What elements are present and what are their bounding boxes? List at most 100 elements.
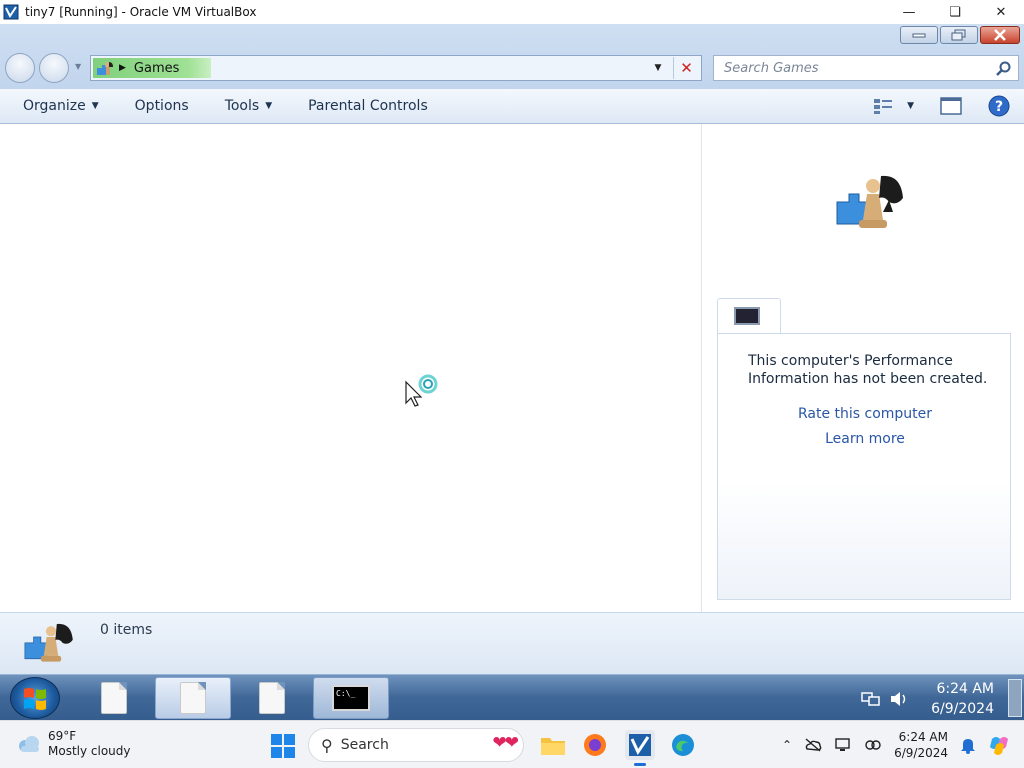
performance-panel: This computer's Performance Information … — [717, 333, 1011, 600]
monitor-icon — [734, 307, 760, 325]
document-icon — [259, 682, 285, 714]
restore-icon — [951, 29, 966, 41]
host-close-button[interactable]: ✕ — [978, 0, 1024, 24]
host-taskbar: 69°F Mostly cloudy ⚲ Search ❤❤ ⌃ 6:24 AM… — [0, 720, 1024, 768]
games-icon — [836, 175, 903, 228]
virtualbox-icon — [629, 734, 651, 756]
window-title: tiny7 [Running] - Oracle VM VirtualBox — [25, 5, 257, 19]
host-maximize-button[interactable]: ❏ — [932, 0, 978, 24]
start-button[interactable] — [10, 677, 60, 719]
show-desktop-button[interactable] — [1008, 679, 1022, 717]
virtualbox-app[interactable] — [625, 730, 655, 766]
taskbar-document-1[interactable] — [76, 677, 152, 719]
search-icon[interactable] — [996, 61, 1012, 77]
search-box[interactable]: Search Games — [713, 55, 1019, 81]
document-icon — [180, 682, 206, 714]
folder-icon — [541, 738, 565, 755]
host-date: 6/9/2024 — [894, 746, 948, 760]
taskbar-command-prompt[interactable]: C:\_ — [313, 677, 389, 719]
command-bar: Organize ▼ Options Tools ▼ Parental Cont… — [0, 88, 1024, 124]
preview-pane: This computer's Performance Information … — [703, 124, 1024, 612]
host-time: 6:24 AM — [898, 730, 948, 744]
performance-tab[interactable] — [717, 298, 781, 334]
host-system-tray: ⌃ 6:24 AM 6/9/2024 — [782, 729, 1012, 761]
vm-time: 6:24 AM — [936, 681, 994, 697]
back-button[interactable] — [5, 53, 35, 83]
vm-system-tray: 6:24 AM 6/9/2024 — [861, 679, 994, 719]
file-list-pane[interactable] — [0, 124, 702, 612]
busy-cursor-icon — [405, 374, 438, 407]
games-icon — [24, 623, 73, 662]
games-folder-icon — [97, 62, 113, 75]
weather-widget[interactable]: 69°F Mostly cloudy — [16, 729, 131, 759]
help-icon[interactable]: ? — [988, 95, 1010, 117]
svg-text:?: ? — [995, 99, 1003, 115]
vpn-icon[interactable] — [864, 737, 882, 753]
breadcrumb-games[interactable]: Games — [134, 61, 179, 76]
recent-pages-dropdown[interactable]: ▼ — [75, 62, 81, 71]
guest-minimize-button[interactable] — [900, 26, 938, 44]
red-x-icon[interactable]: ✕ — [673, 57, 699, 79]
explorer-chrome: ▼ ▶ Games ▼ ✕ Search Games Organize ▼ Op… — [0, 24, 1024, 124]
hearts-stethoscope-icon: ❤❤ — [492, 733, 519, 753]
item-count: 0 items — [100, 622, 153, 638]
rate-computer-link[interactable]: Rate this computer — [718, 406, 1012, 422]
tools-label: Tools — [224, 98, 260, 114]
network-icon[interactable] — [834, 737, 852, 753]
host-clock[interactable]: 6:24 AM 6/9/2024 — [894, 729, 948, 761]
cloud-icon — [19, 736, 39, 752]
parental-controls-label: Parental Controls — [308, 98, 428, 114]
vm-taskbar: C:\_ 6:24 AM 6/9/2024 — [0, 674, 1024, 720]
windows-start-icon[interactable] — [271, 734, 295, 758]
guest-restore-button[interactable] — [940, 26, 978, 44]
learn-more-link[interactable]: Learn more — [718, 431, 1012, 447]
performance-message: This computer's Performance Information … — [748, 353, 988, 387]
breadcrumb: ▶ Games — [93, 58, 211, 78]
parental-controls-button[interactable]: Parental Controls — [298, 98, 438, 114]
chevron-down-icon: ▼ — [91, 101, 99, 111]
screen: tiny7 [Running] - Oracle VM VirtualBox —… — [0, 0, 1024, 768]
copilot-icon[interactable] — [988, 733, 1012, 757]
edge-icon — [672, 734, 694, 756]
search-label: Search — [340, 737, 389, 753]
host-minimize-button[interactable]: — — [886, 0, 932, 24]
tools-menu[interactable]: Tools ▼ — [215, 98, 282, 114]
edge-app[interactable] — [668, 730, 698, 760]
network-icon[interactable] — [861, 690, 881, 708]
view-options-icon[interactable] — [873, 97, 895, 115]
taskbar-document-2[interactable] — [155, 677, 231, 719]
search-icon: ⚲ — [321, 735, 333, 755]
content-area: This computer's Performance Information … — [0, 124, 1024, 612]
vm-clock[interactable]: 6:24 AM 6/9/2024 — [931, 679, 994, 719]
firefox-app[interactable] — [580, 730, 610, 760]
document-icon — [101, 682, 127, 714]
bell-icon[interactable] — [960, 736, 976, 754]
organize-label: Organize — [23, 98, 86, 114]
forward-button[interactable] — [39, 53, 69, 83]
guest-close-button[interactable] — [980, 26, 1020, 44]
weather-temperature: 69°F — [48, 729, 77, 743]
view-dropdown-icon[interactable]: ▼ — [907, 101, 914, 111]
virtualbox-icon — [3, 4, 19, 20]
details-pane: 0 items — [0, 612, 1024, 674]
onedrive-icon[interactable] — [804, 737, 822, 753]
chevron-up-icon[interactable]: ⌃ — [782, 738, 792, 752]
taskbar-document-3[interactable] — [234, 677, 310, 719]
file-explorer-app[interactable] — [538, 730, 568, 760]
weather-description: Mostly cloudy — [48, 744, 131, 758]
close-icon — [994, 29, 1006, 41]
vm-date: 6/9/2024 — [931, 701, 994, 717]
taskbar-search[interactable]: ⚲ Search ❤❤ — [308, 728, 524, 762]
options-button[interactable]: Options — [125, 98, 199, 114]
chevron-down-icon[interactable]: ▼ — [649, 58, 667, 78]
organize-menu[interactable]: Organize ▼ — [13, 98, 109, 114]
minimize-icon — [912, 33, 926, 38]
firefox-icon — [584, 734, 606, 756]
preview-pane-icon[interactable] — [940, 97, 962, 115]
address-bar[interactable]: ▶ Games ▼ ✕ — [90, 55, 702, 81]
breadcrumb-arrow-icon[interactable]: ▶ — [119, 63, 126, 73]
command-prompt-icon: C:\_ — [332, 685, 370, 711]
virtualbox-title-bar: tiny7 [Running] - Oracle VM VirtualBox —… — [0, 0, 1024, 24]
chevron-down-icon: ▼ — [265, 101, 273, 111]
volume-icon[interactable] — [889, 690, 909, 708]
